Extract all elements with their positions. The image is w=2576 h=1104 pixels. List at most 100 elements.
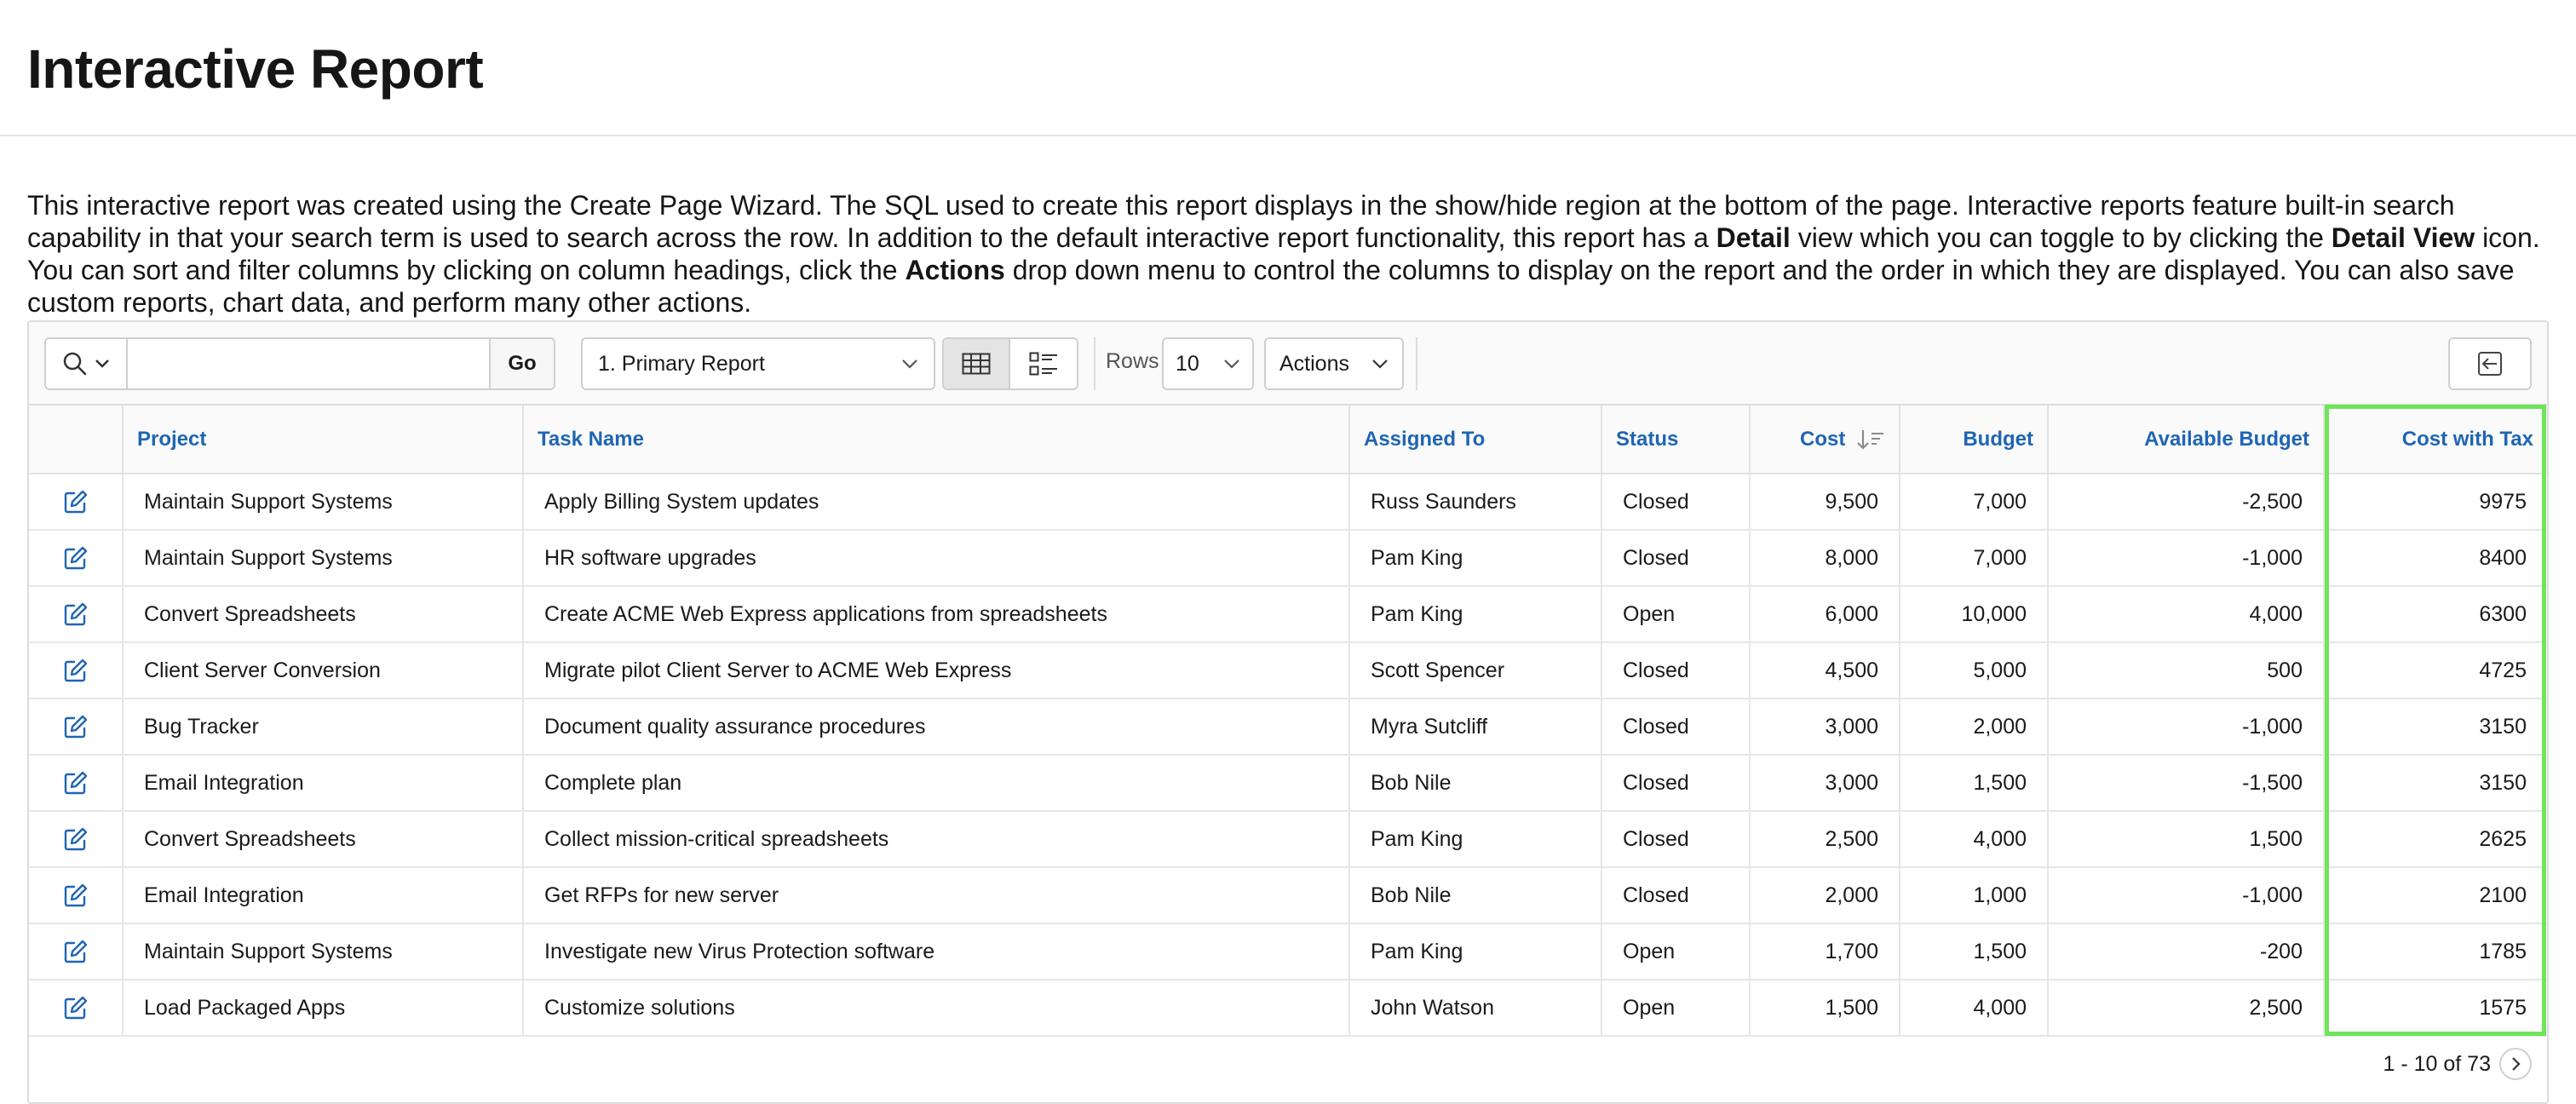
cell-assigned-to: Scott Spencer <box>1349 642 1602 699</box>
edit-cell <box>29 755 124 812</box>
saved-report-select[interactable]: 1. Primary Report <box>581 337 935 390</box>
edit-icon[interactable] <box>63 883 89 908</box>
table-row: Maintain Support Systems Apply Billing Sy… <box>29 474 2547 531</box>
cell-assigned-to: Pam King <box>1349 923 1602 980</box>
intro-bold-text: Detail <box>1716 222 1791 253</box>
cell-budget: 1,000 <box>1900 867 2049 924</box>
cell-available-budget: -2,500 <box>2048 474 2325 531</box>
edit-icon[interactable] <box>63 545 89 571</box>
edit-icon[interactable] <box>63 995 89 1021</box>
cell-status: Closed <box>1601 699 1751 756</box>
table-row: Client Server Conversion Migrate pilot Cl… <box>29 642 2547 699</box>
column-header-status[interactable]: Status <box>1601 405 1751 474</box>
cell-cost: 1,700 <box>1750 923 1900 980</box>
column-header-cost-with-tax[interactable]: Cost with Tax <box>2324 405 2547 474</box>
cell-project: Email Integration <box>123 867 524 924</box>
cell-budget: 7,000 <box>1900 530 2049 587</box>
chevron-down-icon <box>95 359 109 368</box>
edit-icon[interactable] <box>63 601 89 627</box>
header-row: Project Task Name Assigned To Status Cos… <box>29 405 2547 474</box>
edit-icon[interactable] <box>63 714 89 739</box>
cell-task-name: HR software upgrades <box>523 530 1350 587</box>
reset-report-button[interactable] <box>2448 337 2532 390</box>
cell-available-budget: 2,500 <box>2048 980 2325 1037</box>
cell-status: Open <box>1601 923 1751 980</box>
intro-bold-text: Actions <box>905 255 1005 285</box>
edit-cell <box>29 586 124 643</box>
cell-available-budget: -1,000 <box>2048 699 2325 756</box>
cell-cost-with-tax: 2100 <box>2324 867 2547 924</box>
grid-view-icon <box>962 353 991 375</box>
chevron-down-icon <box>902 359 917 369</box>
column-header-task-name[interactable]: Task Name <box>523 405 1350 474</box>
cell-status: Open <box>1601 586 1751 643</box>
cell-cost: 3,000 <box>1750 699 1900 756</box>
edit-cell <box>29 642 124 699</box>
actions-menu-button[interactable]: Actions <box>1264 337 1404 390</box>
table-row: Load Packaged Apps Customize solutions Joh… <box>29 980 2547 1037</box>
table-row: Convert Spreadsheets Collect mission-crit… <box>29 811 2547 868</box>
cell-task-name: Customize solutions <box>523 980 1350 1037</box>
toolbar-divider <box>1094 337 1095 390</box>
chevron-down-icon <box>1372 359 1388 369</box>
cell-project: Convert Spreadsheets <box>123 586 524 643</box>
edit-column-header <box>29 405 124 474</box>
report-table: Project Task Name Assigned To Status Cos… <box>29 405 2547 1037</box>
edit-icon[interactable] <box>63 770 89 796</box>
cell-assigned-to: John Watson <box>1349 980 1602 1037</box>
sort-desc-icon <box>1857 430 1883 450</box>
cell-assigned-to: Pam King <box>1349 811 1602 868</box>
cell-cost-with-tax: 2625 <box>2324 811 2547 868</box>
go-button[interactable]: Go <box>489 339 554 388</box>
cell-status: Closed <box>1601 811 1751 868</box>
next-page-button[interactable] <box>2499 1048 2532 1080</box>
column-header-cost[interactable]: Cost <box>1750 405 1900 474</box>
reset-icon <box>2478 352 2502 376</box>
chevron-right-icon <box>2512 1057 2521 1071</box>
rows-per-page-select[interactable]: 10 <box>1162 337 1254 390</box>
cell-cost-with-tax: 1575 <box>2324 980 2547 1037</box>
edit-cell <box>29 923 124 980</box>
cell-cost: 4,500 <box>1750 642 1900 699</box>
column-header-budget[interactable]: Budget <box>1900 405 2049 474</box>
actions-label: Actions <box>1279 351 1349 376</box>
table-row: Convert Spreadsheets Create ACME Web Expr… <box>29 586 2547 643</box>
cell-project: Load Packaged Apps <box>123 980 524 1037</box>
cell-cost-with-tax: 6300 <box>2324 586 2547 643</box>
cell-cost-with-tax: 3150 <box>2324 755 2547 812</box>
edit-cell <box>29 699 124 756</box>
chevron-down-icon <box>1224 359 1239 369</box>
cell-budget: 7,000 <box>1900 474 2049 531</box>
intro-bold-text: Detail View <box>2331 222 2475 253</box>
cell-task-name: Create ACME Web Express applications fro… <box>523 586 1350 643</box>
edit-cell <box>29 474 124 531</box>
edit-icon[interactable] <box>63 826 89 852</box>
detail-view-button[interactable] <box>1010 339 1077 388</box>
table-row: Email Integration Complete plan Bob Nile Cl… <box>29 755 2547 812</box>
cell-status: Closed <box>1601 867 1751 924</box>
cell-cost: 3,000 <box>1750 755 1900 812</box>
column-header-available-budget[interactable]: Available Budget <box>2048 405 2325 474</box>
edit-icon[interactable] <box>63 489 89 515</box>
column-header-project[interactable]: Project <box>123 405 524 474</box>
pagination: 1 - 10 of 73 <box>2383 1048 2532 1080</box>
search-input[interactable] <box>128 339 489 388</box>
column-header-assigned-to[interactable]: Assigned To <box>1349 405 1602 474</box>
cell-available-budget: -1,000 <box>2048 867 2325 924</box>
search-column-button[interactable] <box>46 339 128 388</box>
edit-cell <box>29 811 124 868</box>
page-title: Interactive Report <box>27 38 484 100</box>
table-row: Email Integration Get RFPs for new server… <box>29 867 2547 924</box>
cell-cost: 9,500 <box>1750 474 1900 531</box>
edit-icon[interactable] <box>63 939 89 964</box>
grid-view-button[interactable] <box>944 339 1010 388</box>
cell-cost: 2,500 <box>1750 811 1900 868</box>
cell-cost-with-tax: 3150 <box>2324 699 2547 756</box>
table-row: Bug Tracker Document quality assurance pr… <box>29 699 2547 756</box>
cell-status: Closed <box>1601 530 1751 587</box>
cell-available-budget: -1,500 <box>2048 755 2325 812</box>
cell-project: Maintain Support Systems <box>123 923 524 980</box>
edit-icon[interactable] <box>63 658 89 683</box>
intro-text-segment: view which you can toggle to by clicking… <box>1790 222 2332 253</box>
cell-budget: 4,000 <box>1900 980 2049 1037</box>
